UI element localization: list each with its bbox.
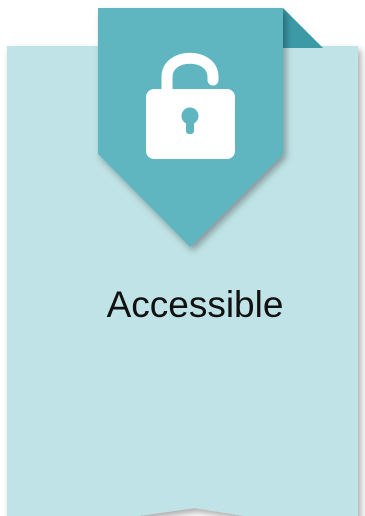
tab-fold [283, 8, 323, 48]
accessible-badge [7, 8, 358, 516]
padlock-keyhole-slot [186, 118, 194, 134]
